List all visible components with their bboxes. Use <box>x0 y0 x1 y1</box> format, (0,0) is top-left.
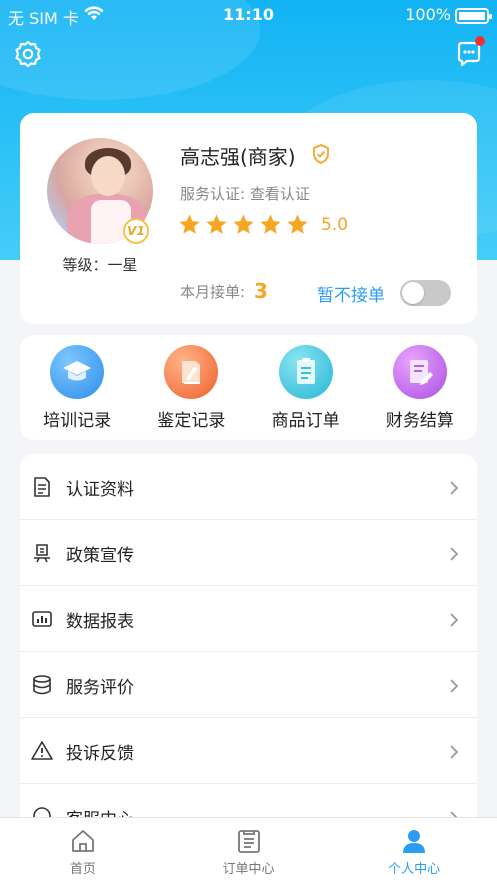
tab-label: 订单中心 <box>222 862 275 877</box>
star-icon <box>206 214 227 234</box>
quick-actions: 培训记录 鉴定记录 商品订单 财务结算 <box>20 335 477 440</box>
quick-action-label: 培训记录 <box>43 411 112 431</box>
month-orders-count: 3 <box>254 279 268 303</box>
order-list-icon <box>237 830 260 853</box>
quick-action-label: 财务结算 <box>385 411 454 431</box>
bar-chart-icon <box>32 611 52 627</box>
star-icon <box>179 214 200 234</box>
menu-item-certification-docs[interactable]: 认证资料 <box>20 454 477 520</box>
clipboard-icon <box>296 358 315 384</box>
chevron-right-icon <box>450 481 459 495</box>
quick-action-appraisal[interactable]: 鉴定记录 <box>134 335 248 440</box>
status-bar: 无 SIM 卡 11:10 100% <box>0 0 497 30</box>
battery-icon <box>455 8 492 24</box>
message-button[interactable] <box>455 36 485 68</box>
quick-icon-bg <box>278 345 333 399</box>
menu-item-label: 认证资料 <box>66 480 134 500</box>
menu-item-policy[interactable]: 政策宣传 <box>20 520 477 586</box>
chevron-right-icon <box>450 547 459 561</box>
battery-percent: 100% <box>405 5 451 24</box>
tab-label: 首页 <box>69 862 96 877</box>
rating-value: 5.0 <box>321 215 349 235</box>
tab-orders[interactable]: 订单中心 <box>166 818 332 883</box>
chevron-right-icon <box>450 613 459 627</box>
rating-stars <box>178 213 309 236</box>
chevron-right-icon <box>450 745 459 759</box>
vip-level-badge: V1 <box>123 218 149 244</box>
month-orders-label: 本月接单: <box>180 283 246 301</box>
menu-item-label: 投诉反馈 <box>66 744 134 764</box>
presentation-icon <box>34 544 50 563</box>
user-name: 高志强(商家) <box>180 145 296 169</box>
document-icon <box>34 477 50 497</box>
certification-link[interactable]: 服务认证: 查看认证 <box>180 183 310 204</box>
menu-list: 认证资料 政策宣传 数据报表 服务评价 投诉反馈 <box>20 454 477 834</box>
database-icon <box>33 675 51 695</box>
unread-dot <box>475 36 485 46</box>
menu-item-service-reviews[interactable]: 服务评价 <box>20 652 477 718</box>
star-icon <box>287 214 308 234</box>
star-icon <box>233 214 254 234</box>
settings-button[interactable] <box>14 40 42 68</box>
warning-icon <box>31 741 53 760</box>
certificate-pen-icon <box>182 361 201 384</box>
level-label: 等级：一星 <box>62 256 138 274</box>
menu-item-label: 政策宣传 <box>66 546 134 566</box>
menu-item-data-reports[interactable]: 数据报表 <box>20 586 477 652</box>
pause-orders-label: 暂不接单 <box>317 286 385 306</box>
chevron-right-icon <box>450 679 459 693</box>
tab-profile[interactable]: 个人中心 <box>331 818 497 883</box>
quick-icon-bg <box>392 345 447 399</box>
quick-action-label: 鉴定记录 <box>157 411 226 431</box>
verified-shield-icon <box>313 144 329 164</box>
quick-action-training[interactable]: 培训记录 <box>20 335 134 440</box>
person-icon <box>403 830 426 853</box>
quick-icon-bg <box>50 345 105 399</box>
profile-card: V1 等级：一星 高志强(商家) 服务认证: 查看认证 5.0 本月接单: 3 … <box>20 113 477 324</box>
tab-home[interactable]: 首页 <box>0 818 166 883</box>
toggle-knob <box>402 282 424 304</box>
menu-item-label: 服务评价 <box>66 678 134 698</box>
avatar-container[interactable]: V1 <box>47 138 153 244</box>
home-icon <box>71 830 94 852</box>
quick-action-product-orders[interactable]: 商品订单 <box>249 335 363 440</box>
tab-bar: 首页 订单中心 个人中心 <box>0 817 497 883</box>
menu-item-label: 数据报表 <box>66 612 134 632</box>
quick-action-finance[interactable]: 财务结算 <box>363 335 477 440</box>
note-pen-icon <box>409 360 433 385</box>
gear-icon <box>15 40 41 68</box>
accept-orders-toggle[interactable] <box>400 280 451 306</box>
quick-icon-bg <box>164 345 219 399</box>
quick-action-label: 商品订单 <box>271 411 340 431</box>
tab-label: 个人中心 <box>388 862 441 877</box>
star-icon <box>260 214 281 234</box>
menu-item-complaints[interactable]: 投诉反馈 <box>20 718 477 784</box>
graduation-cap-icon <box>63 361 92 381</box>
